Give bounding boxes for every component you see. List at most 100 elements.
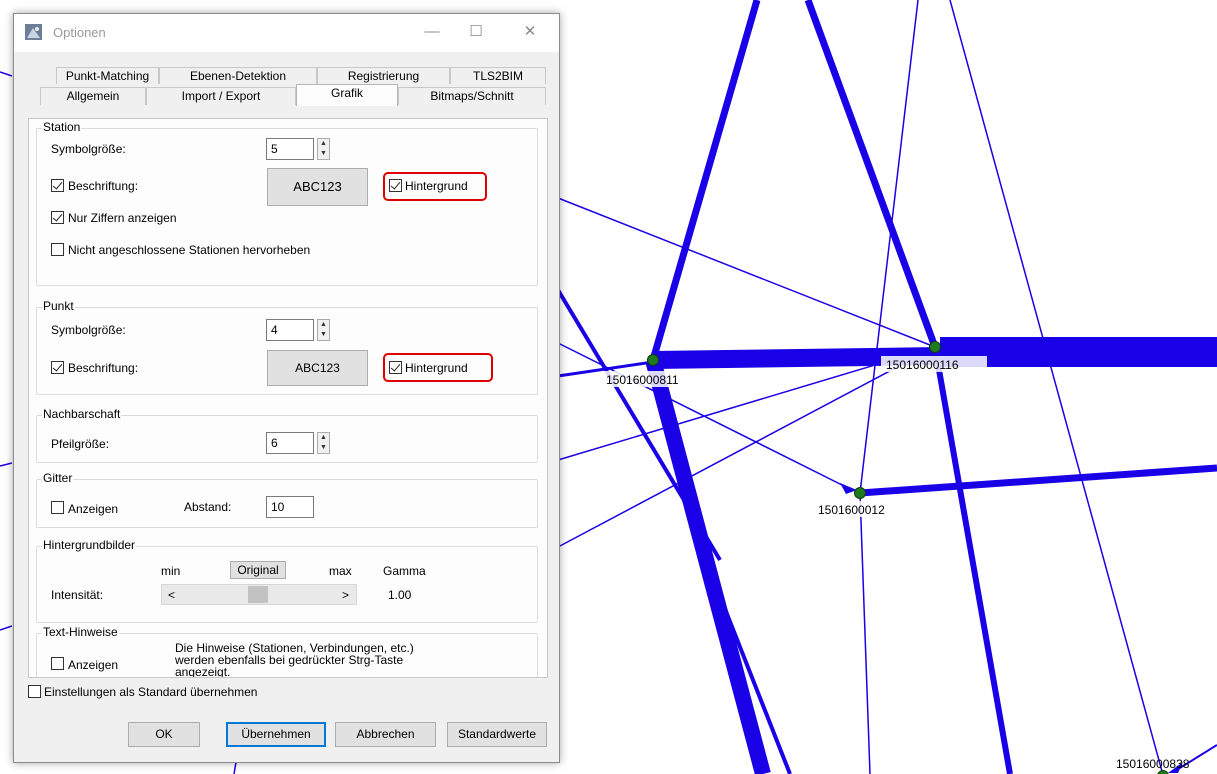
- intensity-label: Intensität:: [51, 588, 104, 602]
- spin-down-icon[interactable]: ▼: [318, 330, 329, 340]
- station-node[interactable]: [854, 487, 866, 499]
- hintergrundbilder-group: Hintergrundbilder min Original max Gamma…: [36, 538, 538, 623]
- station-caption-checkbox[interactable]: [51, 179, 64, 192]
- intensity-scrollbar[interactable]: < >: [161, 584, 357, 605]
- grid-show-label: Anzeigen: [68, 502, 119, 516]
- spin-up-icon[interactable]: ▲: [318, 433, 329, 443]
- tab-row-top: Punkt-Matching Ebenen-Detektion Registri…: [56, 67, 546, 84]
- punkt-caption-checkbox[interactable]: [51, 361, 64, 374]
- apply-button[interactable]: Übernehmen: [226, 722, 326, 747]
- text-hints-show-label: Anzeigen: [68, 658, 119, 672]
- punkt-caption-label: Beschriftung:: [68, 361, 139, 375]
- hintergrundbilder-group-title: Hintergrundbilder: [42, 538, 137, 552]
- tab-bitmaps-schnitt[interactable]: Bitmaps/Schnitt: [398, 87, 546, 105]
- station-node[interactable]: [929, 341, 941, 353]
- tab-grafik[interactable]: Grafik: [296, 84, 398, 106]
- station-background-checkbox[interactable]: [389, 179, 402, 192]
- tab-registrierung[interactable]: Registrierung: [317, 67, 450, 84]
- maximize-button[interactable]: ☐: [463, 20, 489, 44]
- nachbarschaft-group-title: Nachbarschaft: [42, 407, 122, 421]
- station-highlight-checkbox[interactable]: [51, 243, 64, 256]
- close-button[interactable]: ✕: [517, 20, 543, 44]
- punkt-symbol-size-label: Symbolgröße:: [51, 323, 126, 337]
- station-font-button[interactable]: ABC123: [267, 168, 368, 206]
- node-label: 1501600012: [818, 503, 885, 517]
- connection-line: [557, 197, 936, 348]
- connection-line: [859, 0, 919, 494]
- connection-line: [0, 71, 13, 77]
- station-background-label: Hintergrund: [405, 179, 468, 193]
- connection-line: [859, 492, 871, 774]
- spin-down-icon[interactable]: ▼: [318, 149, 329, 159]
- punkt-font-button[interactable]: ABC123: [267, 350, 368, 386]
- intensity-max-label: max: [329, 564, 352, 578]
- text-hints-show-checkbox[interactable]: [51, 657, 64, 670]
- gitter-group-title: Gitter: [42, 471, 74, 485]
- tab-allgemein[interactable]: Allgemein: [40, 87, 146, 105]
- spin-up-icon[interactable]: ▲: [318, 139, 329, 149]
- station-symbol-size-label: Symbolgröße:: [51, 142, 126, 156]
- options-dialog: Optionen — ☐ ✕ Punkt-Matching Ebenen-Det…: [13, 13, 560, 763]
- node-label: 15016000811: [606, 373, 679, 387]
- station-digits-only-checkbox[interactable]: [51, 211, 64, 224]
- gamma-value: 1.00: [388, 588, 412, 602]
- intensity-min-label: min: [161, 564, 181, 578]
- ok-button[interactable]: OK: [128, 722, 200, 747]
- arrow-size-input[interactable]: 6: [266, 432, 314, 454]
- tab-import-export[interactable]: Import / Export: [146, 87, 296, 105]
- connection-line: [949, 0, 1164, 774]
- spin-up-icon[interactable]: ▲: [318, 320, 329, 330]
- connection-line: [688, 519, 792, 774]
- connection-line: [556, 288, 722, 562]
- text-hints-description: Die Hinweise (Stationen, Verbindungen, e…: [175, 641, 414, 678]
- punkt-group-title: Punkt: [42, 299, 75, 313]
- minimize-button[interactable]: —: [419, 20, 445, 44]
- tab-punkt-matching[interactable]: Punkt-Matching: [56, 67, 159, 84]
- connection-line: [804, 0, 939, 349]
- default-settings-label: Einstellungen als Standard übernehmen: [44, 685, 258, 699]
- grid-distance-input[interactable]: 10: [266, 496, 314, 518]
- scroll-left-arrow-icon[interactable]: <: [168, 588, 175, 602]
- punkt-background-label: Hintergrund: [405, 361, 468, 375]
- punkt-background-checkbox[interactable]: [389, 361, 402, 374]
- punkt-symbol-size-spinner[interactable]: ▲ ▼: [317, 319, 330, 341]
- station-symbol-size-spinner[interactable]: ▲ ▼: [317, 138, 330, 160]
- grid-distance-label: Abstand:: [184, 500, 232, 514]
- connection-line: [0, 625, 13, 631]
- station-node[interactable]: [647, 354, 659, 366]
- station-caption-label: Beschriftung:: [68, 179, 139, 193]
- station-symbol-size-input[interactable]: 5: [266, 138, 314, 160]
- title-bar[interactable]: Optionen — ☐ ✕: [14, 14, 559, 52]
- connection-line: [649, 0, 761, 361]
- scroll-right-arrow-icon[interactable]: >: [342, 588, 349, 602]
- punkt-symbol-size-input[interactable]: 4: [266, 319, 314, 341]
- tab-row-bottom: Allgemein Import / Export Grafik Bitmaps…: [40, 84, 546, 106]
- texthinweise-group-title: Text-Hinweise: [42, 625, 119, 639]
- nachbarschaft-group: Nachbarschaft Pfeilgröße: 6 ▲ ▼: [36, 407, 538, 463]
- arrow-size-spinner[interactable]: ▲ ▼: [317, 432, 330, 454]
- texthinweise-group: Text-Hinweise Anzeigen Die Hinweise (Sta…: [36, 625, 538, 678]
- gitter-group: Gitter Anzeigen Abstand: 10: [36, 471, 538, 528]
- connection-line: [0, 462, 13, 467]
- station-digits-only-label: Nur Ziffern anzeigen: [68, 211, 177, 225]
- station-highlight-label: Nicht angeschlossene Stationen hervorheb…: [68, 243, 311, 257]
- station-group-title: Station: [42, 120, 82, 134]
- default-settings-checkbox[interactable]: [28, 685, 41, 698]
- dialog-title: Optionen: [53, 25, 106, 40]
- grafik-tab-panel: Station Symbolgröße: 5 ▲ ▼ Beschriftung:…: [28, 118, 548, 678]
- connection-line: [859, 464, 1217, 497]
- grid-show-checkbox[interactable]: [51, 501, 64, 514]
- original-button[interactable]: Original: [230, 561, 286, 579]
- punkt-group: Punkt Symbolgröße: 4 ▲ ▼ Beschriftung: A…: [36, 299, 538, 395]
- connection-line: [233, 761, 237, 774]
- node-label: 15016000116: [886, 358, 959, 372]
- scroll-thumb[interactable]: [248, 586, 268, 603]
- spin-down-icon[interactable]: ▼: [318, 443, 329, 453]
- tab-ebenen-detektion[interactable]: Ebenen-Detektion: [159, 67, 317, 84]
- tab-tls2bim[interactable]: TLS2BIM: [450, 67, 546, 84]
- cancel-button[interactable]: Abbrechen: [335, 722, 436, 747]
- app-icon: [25, 24, 42, 40]
- restore-defaults-button[interactable]: Standardwerte: [447, 722, 547, 747]
- connection-line: [932, 346, 1013, 774]
- station-node[interactable]: [1157, 770, 1169, 774]
